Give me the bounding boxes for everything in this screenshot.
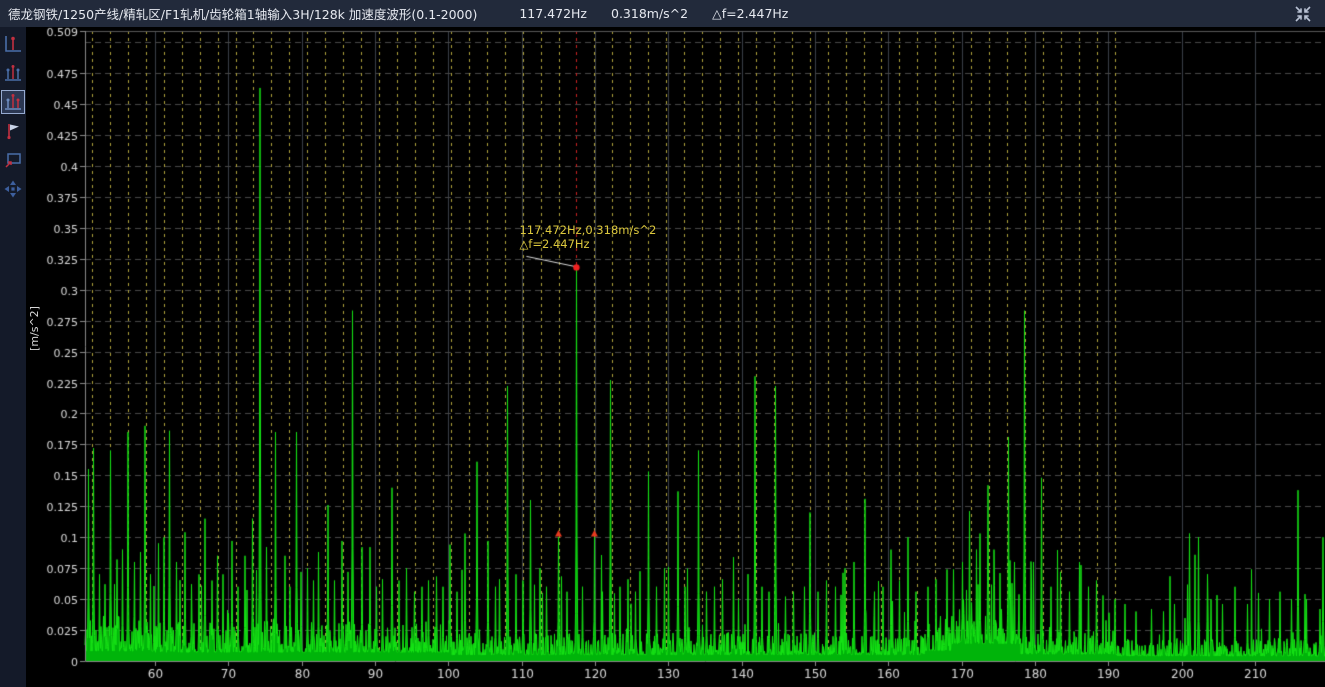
pan-move-icon bbox=[3, 179, 23, 199]
harmonic-cursor-icon bbox=[3, 63, 23, 83]
app-window: 德龙钢铁/1250产线/精轧区/F1轧机/齿轮箱1轴输入3H/128k 加速度波… bbox=[0, 0, 1325, 687]
flag-marker-tool[interactable] bbox=[1, 119, 25, 143]
collapse-icon bbox=[1294, 5, 1312, 23]
cursor-annotation-line2: △f=2.447Hz bbox=[519, 238, 656, 252]
screen-capture-icon bbox=[3, 150, 23, 170]
single-cursor-tool[interactable] bbox=[1, 32, 25, 56]
flag-icon bbox=[3, 121, 23, 141]
cursor-annotation-line1: 117.472Hz,0.318m/s^2 bbox=[519, 224, 656, 238]
single-cursor-icon bbox=[3, 34, 23, 54]
collapse-window-button[interactable] bbox=[1293, 4, 1313, 24]
pan-tool[interactable] bbox=[1, 177, 25, 201]
screen-capture-tool[interactable] bbox=[1, 148, 25, 172]
title-bar: 德龙钢铁/1250产线/精轧区/F1轧机/齿轮箱1轴输入3H/128k 加速度波… bbox=[0, 0, 1325, 27]
cursor-amplitude-readout: 0.318m/s^2 bbox=[611, 6, 688, 21]
cursor-annotation: 117.472Hz,0.318m/s^2 △f=2.447Hz bbox=[519, 224, 656, 251]
sideband-cursor-tool[interactable] bbox=[1, 90, 25, 114]
delta-f-readout: △f=2.447Hz bbox=[712, 6, 788, 21]
tool-sidebar bbox=[0, 27, 26, 687]
measurement-point-title: 德龙钢铁/1250产线/精轧区/F1轧机/齿轮箱1轴输入3H/128k 加速度波… bbox=[8, 4, 477, 23]
y-axis-unit-label: [m/s^2] bbox=[28, 306, 41, 351]
spectrum-plot-canvas[interactable] bbox=[0, 0, 1325, 687]
harmonic-cursor-tool[interactable] bbox=[1, 61, 25, 85]
sideband-cursor-icon bbox=[3, 92, 23, 112]
cursor-frequency-readout: 117.472Hz bbox=[519, 6, 587, 21]
